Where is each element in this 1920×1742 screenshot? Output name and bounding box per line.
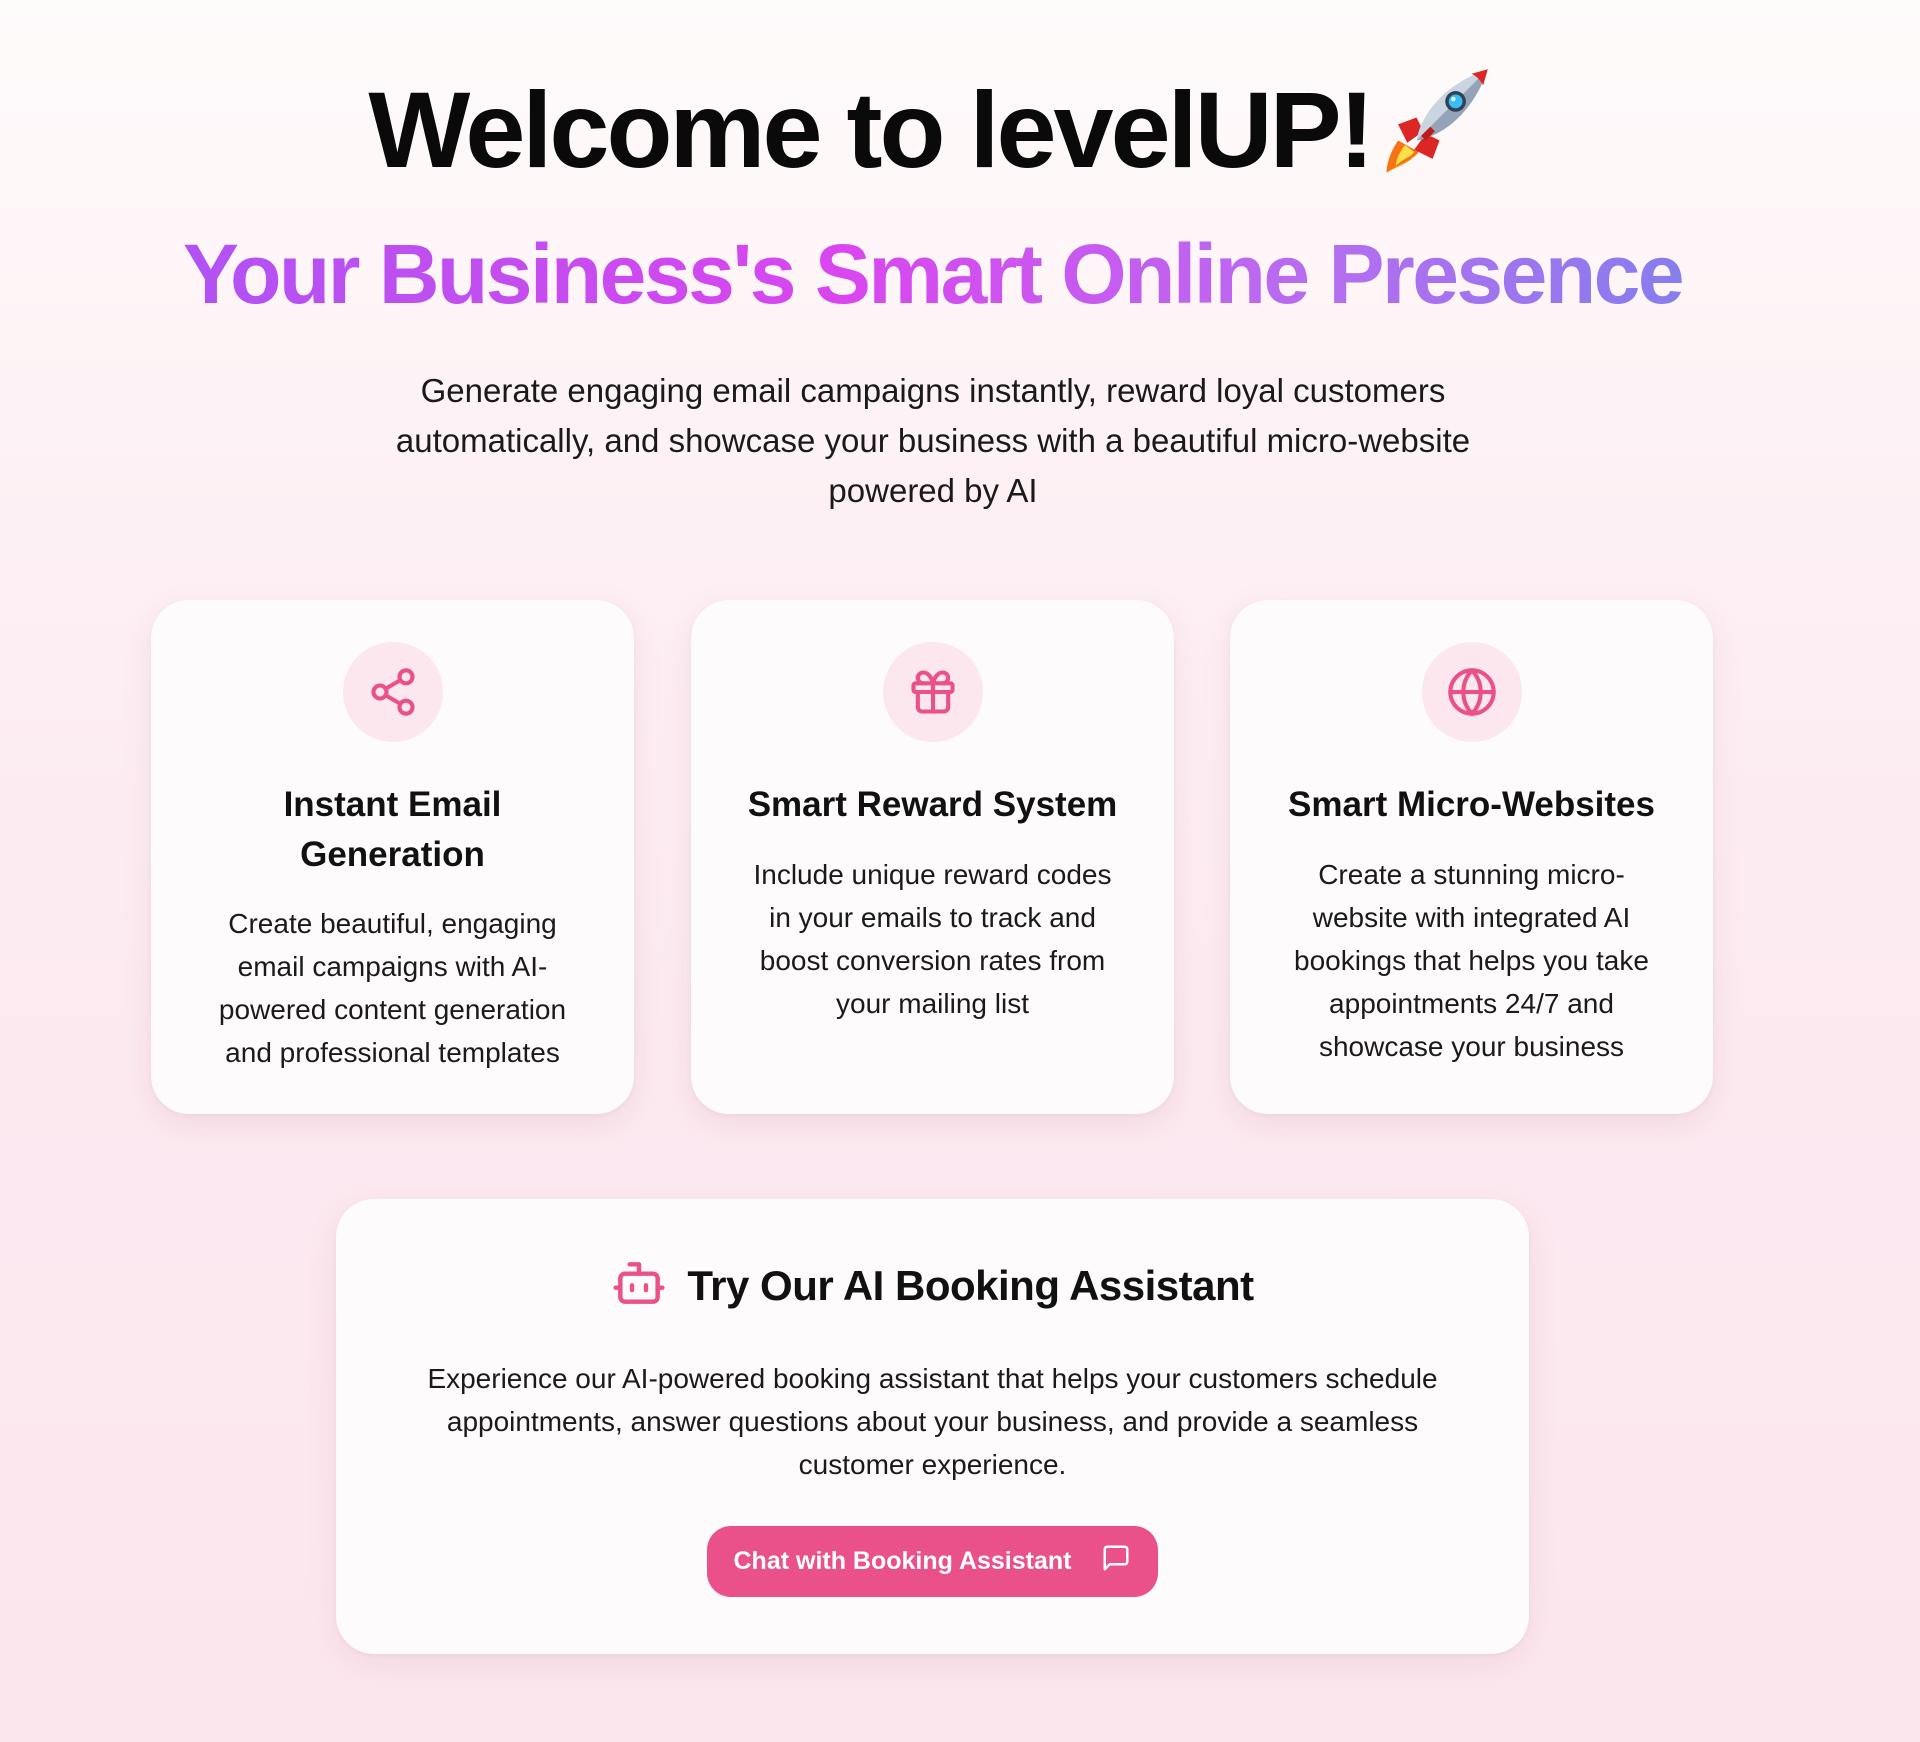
share-icon [343, 642, 443, 742]
feature-description: Create a stunning micro-website with int… [1294, 859, 1649, 1062]
chat-with-assistant-button[interactable]: Chat with Booking Assistant [707, 1526, 1158, 1597]
feature-description: Create beautiful, engaging email campaig… [218, 908, 567, 1068]
assistant-description: Experience our AI-powered booking assist… [427, 1363, 1438, 1480]
page-title-text: Welcome to levelUP! [368, 69, 1374, 190]
feature-title: Instant Email Generation [283, 785, 502, 874]
feature-card-email: Instant Email Generation Create beautifu… [151, 600, 634, 1114]
message-square-icon [1101, 1543, 1131, 1580]
gift-icon [883, 642, 983, 742]
chat-button-label: Chat with Booking Assistant [733, 1547, 1072, 1575]
bot-icon [611, 1255, 667, 1316]
hero-description: Generate engaging email campaigns instan… [395, 372, 1471, 509]
feature-description: Include unique reward codes in your emai… [753, 859, 1112, 1019]
assistant-heading: Try Our AI Booking Assistant [336, 1255, 1529, 1316]
booking-assistant-panel: Try Our AI Booking Assistant Experience … [336, 1199, 1529, 1654]
landing-page: Welcome to levelUP! Your Business's Smar… [0, 0, 1920, 1742]
feature-title: Smart Micro-Websites [1288, 785, 1655, 824]
page-title: Welcome to levelUP! [0, 60, 1865, 192]
feature-card-rewards: Smart Reward System Include unique rewar… [691, 600, 1174, 1114]
hero-subtitle: Your Business's Smart Online Presence [0, 226, 1865, 323]
feature-card-websites: Smart Micro-Websites Create a stunning m… [1230, 600, 1713, 1114]
assistant-title: Try Our AI Booking Assistant [687, 1261, 1254, 1309]
rocket-icon [1382, 60, 1497, 175]
feature-title: Smart Reward System [747, 785, 1118, 824]
globe-icon [1422, 642, 1522, 742]
